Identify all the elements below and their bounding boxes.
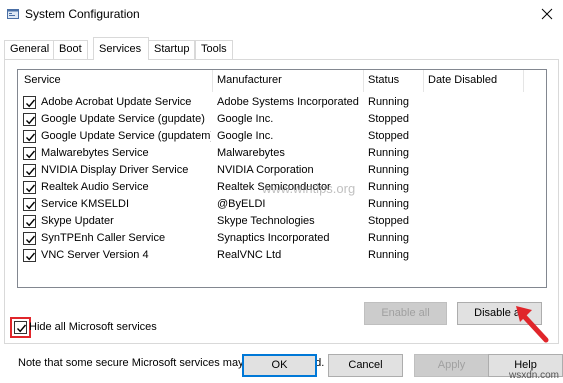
status-cell: Running: [368, 198, 409, 210]
services-list[interactable]: Service Manufacturer Status Date Disable…: [17, 69, 547, 288]
checkbox-checked-icon: [25, 99, 36, 108]
service-checkbox[interactable]: [23, 147, 36, 160]
status-cell: Running: [368, 164, 409, 176]
manufacturer-cell: RealVNC Ltd: [217, 249, 282, 261]
apply-button[interactable]: Apply: [414, 354, 489, 377]
hide-microsoft-label[interactable]: Hide all Microsoft services: [29, 321, 157, 333]
status-cell: Running: [368, 147, 409, 159]
tab-startup[interactable]: Startup: [148, 40, 196, 59]
checkbox-checked-icon: [25, 184, 36, 193]
watermark-center: www.wintips.org: [262, 181, 356, 196]
column-header-status[interactable]: Status: [368, 74, 399, 86]
enable-all-button[interactable]: Enable all: [364, 302, 447, 325]
column-divider[interactable]: [212, 70, 213, 92]
manufacturer-cell: Google Inc.: [217, 113, 274, 125]
tab-strip: General Boot Services Startup Tools: [4, 37, 559, 60]
status-cell: Running: [368, 181, 409, 193]
checkbox-checked-icon: [25, 235, 36, 244]
checkbox-checked-icon: [25, 150, 36, 159]
status-cell: Stopped: [368, 215, 409, 227]
ok-button[interactable]: OK: [242, 354, 317, 377]
manufacturer-cell: Google Inc.: [217, 130, 274, 142]
window-title: System Configuration: [25, 7, 140, 21]
service-checkbox[interactable]: [23, 249, 36, 262]
tab-tools[interactable]: Tools: [195, 40, 233, 59]
service-checkbox[interactable]: [23, 96, 36, 109]
service-name-cell: Malwarebytes Service: [41, 147, 149, 159]
column-header-manufacturer[interactable]: Manufacturer: [217, 74, 282, 86]
manufacturer-cell: @ByELDI: [217, 198, 266, 210]
checkbox-checked-icon: [25, 252, 36, 261]
manufacturer-cell: Skype Technologies: [217, 215, 315, 227]
service-name-cell: Realtek Audio Service: [41, 181, 149, 193]
service-name-cell: Service KMSELDI: [41, 198, 130, 210]
service-name-cell: NVIDIA Display Driver Service: [41, 164, 189, 176]
status-cell: Running: [368, 249, 409, 261]
status-cell: Running: [368, 232, 409, 244]
services-panel: Service Manufacturer Status Date Disable…: [4, 59, 559, 369]
hide-microsoft-checkbox[interactable]: [14, 321, 27, 334]
column-divider[interactable]: [363, 70, 364, 92]
service-name-cell: Skype Updater: [41, 215, 114, 227]
manufacturer-cell: Synaptics Incorporated: [217, 232, 330, 244]
checkbox-checked-icon: [25, 133, 36, 142]
table-row[interactable]: Malwarebytes Service Malwarebytes Running: [18, 145, 546, 162]
manufacturer-cell: Malwarebytes: [217, 147, 285, 159]
table-row[interactable]: Adobe Acrobat Update Service Adobe System…: [18, 94, 546, 111]
tab-general[interactable]: General: [4, 40, 56, 59]
watermark-corner: wsxdn.com: [509, 370, 560, 381]
table-row[interactable]: NVIDIA Display Driver Service NVIDIA Corp…: [18, 162, 546, 179]
close-icon: [541, 8, 553, 20]
column-header-date-disabled[interactable]: Date Disabled: [428, 74, 497, 86]
manufacturer-cell: NVIDIA Corporation: [217, 164, 314, 176]
service-checkbox[interactable]: [23, 130, 36, 143]
status-cell: Stopped: [368, 113, 409, 125]
checkbox-checked-icon: [25, 167, 36, 176]
table-row[interactable]: Google Update Service (gupdate) Google In…: [18, 111, 546, 128]
service-name-cell: Google Update Service (gupdate): [41, 113, 205, 125]
tab-boot[interactable]: Boot: [53, 40, 88, 59]
service-checkbox[interactable]: [23, 215, 36, 228]
service-name-cell: VNC Server Version 4: [41, 249, 149, 261]
table-row[interactable]: Service KMSELDI @ByELDI Running: [18, 196, 546, 213]
service-name-cell: Google Update Service (gupdatem): [41, 130, 211, 142]
system-config-icon: [7, 8, 19, 20]
column-divider[interactable]: [523, 70, 524, 92]
service-checkbox[interactable]: [23, 181, 36, 194]
checkbox-checked-icon: [25, 201, 36, 210]
service-checkbox[interactable]: [23, 198, 36, 211]
checkbox-checked-icon: [25, 218, 36, 227]
service-name-cell: SynTPEnh Caller Service: [41, 232, 166, 244]
service-checkbox[interactable]: [23, 232, 36, 245]
status-cell: Stopped: [368, 130, 409, 142]
column-header-service[interactable]: Service: [24, 74, 61, 86]
column-divider[interactable]: [423, 70, 424, 92]
status-cell: Running: [368, 96, 409, 108]
close-button[interactable]: [533, 0, 563, 28]
red-arrow-icon: [516, 306, 549, 343]
manufacturer-cell: Adobe Systems Incorporated: [217, 96, 359, 108]
table-row[interactable]: SynTPEnh Caller Service Synaptics Incorpo…: [18, 230, 546, 247]
table-row[interactable]: Google Update Service (gupdatem) Google I…: [18, 128, 546, 145]
table-row[interactable]: VNC Server Version 4 RealVNC Ltd Running: [18, 247, 546, 264]
service-checkbox[interactable]: [23, 113, 36, 126]
tab-services[interactable]: Services: [93, 37, 149, 60]
checkbox-checked-icon: [25, 116, 36, 125]
system-configuration-window: System Configuration General Boot Servic…: [0, 0, 563, 383]
service-name-cell: Adobe Acrobat Update Service: [41, 96, 192, 108]
table-row[interactable]: Skype Updater Skype Technologies Stopped: [18, 213, 546, 230]
title-bar: System Configuration: [0, 0, 563, 30]
cancel-button[interactable]: Cancel: [328, 354, 403, 377]
list-header: Service Manufacturer Status Date Disable…: [18, 70, 546, 92]
checkbox-checked-icon: [16, 324, 27, 333]
service-checkbox[interactable]: [23, 164, 36, 177]
